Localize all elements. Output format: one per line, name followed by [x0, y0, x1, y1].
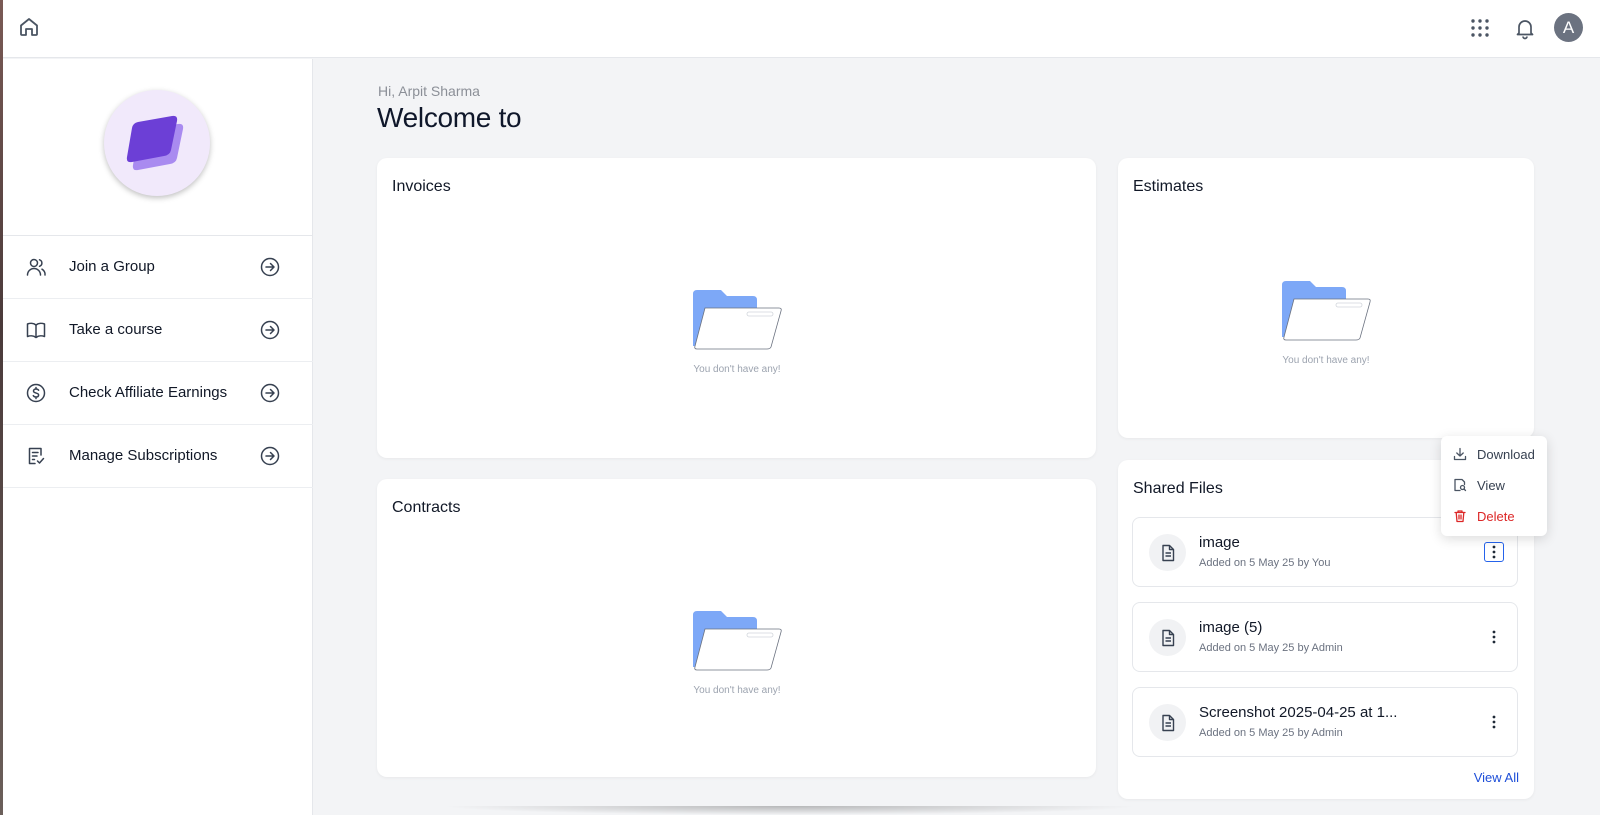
file-icon-wrap [1149, 534, 1186, 571]
file-options-button[interactable] [1484, 542, 1504, 562]
arrow-right-circle-icon [260, 446, 280, 466]
users-icon [26, 258, 46, 276]
file-name: Screenshot 2025-04-25 at 1... [1199, 704, 1398, 721]
card-title: Contracts [392, 499, 461, 516]
file-meta: Added on 5 May 25 by Admin [1199, 727, 1343, 739]
menu-item-label: Delete [1477, 508, 1515, 524]
home-icon[interactable] [17, 15, 41, 39]
menu-item-view[interactable]: View [1453, 475, 1505, 495]
brand-logo [104, 90, 210, 196]
empty-state: You don't have any! [1266, 279, 1386, 366]
file-options-button[interactable] [1484, 712, 1504, 732]
arrow-right-circle-icon [260, 320, 280, 340]
file-meta: Added on 5 May 25 by Admin [1199, 642, 1343, 654]
file-meta: Added on 5 May 25 by You [1199, 557, 1331, 569]
sidebar-item-join-group[interactable]: Join a Group [3, 236, 313, 299]
menu-item-label: View [1477, 477, 1505, 493]
sidebar-item-label: Take a course [69, 321, 163, 338]
document-icon [1161, 714, 1174, 731]
book-icon [26, 322, 46, 339]
file-icon-wrap [1149, 704, 1186, 741]
menu-item-label: Download [1477, 446, 1535, 462]
sidebar-item-affiliate-earnings[interactable]: Check Affiliate Earnings [3, 362, 313, 425]
empty-state: You don't have any! [677, 609, 797, 696]
menu-item-download[interactable]: Download [1453, 444, 1535, 464]
contracts-card: Contracts You don't have any! [377, 479, 1096, 777]
apps-grid-icon[interactable] [1469, 17, 1491, 39]
file-row[interactable]: Screenshot 2025-04-25 at 1... Added on 5… [1132, 687, 1518, 757]
card-title: Invoices [392, 178, 451, 195]
sidebar-item-label: Join a Group [69, 258, 155, 275]
bell-icon[interactable] [1513, 16, 1537, 40]
estimates-card: Estimates You don't have any! [1118, 158, 1534, 438]
top-bar: A [3, 0, 1600, 58]
document-icon [1161, 629, 1174, 646]
menu-item-delete[interactable]: Delete [1453, 506, 1515, 526]
dollar-icon [26, 383, 46, 403]
sidebar-item-take-course[interactable]: Take a course [3, 299, 313, 362]
view-all-link[interactable]: View All [1474, 770, 1519, 785]
card-title: Shared Files [1133, 480, 1223, 497]
empty-state: You don't have any! [677, 288, 797, 375]
download-icon [1453, 447, 1467, 461]
invoices-card: Invoices You don't have any! [377, 158, 1096, 458]
avatar[interactable]: A [1554, 13, 1583, 42]
sidebar: Join a Group Take a course Check Affilia… [3, 59, 313, 815]
empty-folder-icon [1282, 281, 1371, 341]
sidebar-item-label: Manage Subscriptions [69, 447, 218, 464]
file-search-icon [1454, 478, 1467, 492]
file-icon-wrap [1149, 619, 1186, 656]
file-options-menu: Download View Delete [1441, 436, 1547, 536]
empty-folder-icon [693, 611, 782, 671]
empty-state-text: You don't have any! [1282, 355, 1370, 366]
sidebar-menu: Join a Group Take a course Check Affilia… [3, 236, 313, 488]
greeting-text: Hi, Arpit Sharma [378, 83, 480, 99]
arrow-right-circle-icon [260, 257, 280, 277]
document-icon [1161, 544, 1174, 561]
card-title: Estimates [1133, 178, 1204, 195]
file-name: image (5) [1199, 619, 1263, 636]
empty-state-text: You don't have any! [693, 364, 781, 375]
kebab-menu-icon [1492, 715, 1496, 729]
empty-folder-icon [693, 290, 782, 350]
arrow-right-circle-icon [260, 383, 280, 403]
receipt-icon [28, 447, 45, 465]
sidebar-item-manage-subscriptions[interactable]: Manage Subscriptions [3, 425, 313, 488]
file-name: image [1199, 534, 1240, 551]
kebab-menu-icon [1492, 545, 1496, 559]
brand-logo-icon [126, 115, 184, 171]
file-row[interactable]: image (5) Added on 5 May 25 by Admin [1132, 602, 1518, 672]
trash-icon [1454, 510, 1466, 523]
sidebar-item-label: Check Affiliate Earnings [69, 384, 228, 401]
kebab-menu-icon [1492, 630, 1496, 644]
file-options-button[interactable] [1484, 627, 1504, 647]
page-title: Welcome to [377, 102, 522, 133]
bottom-shadow [440, 806, 1140, 815]
empty-state-text: You don't have any! [693, 685, 781, 696]
